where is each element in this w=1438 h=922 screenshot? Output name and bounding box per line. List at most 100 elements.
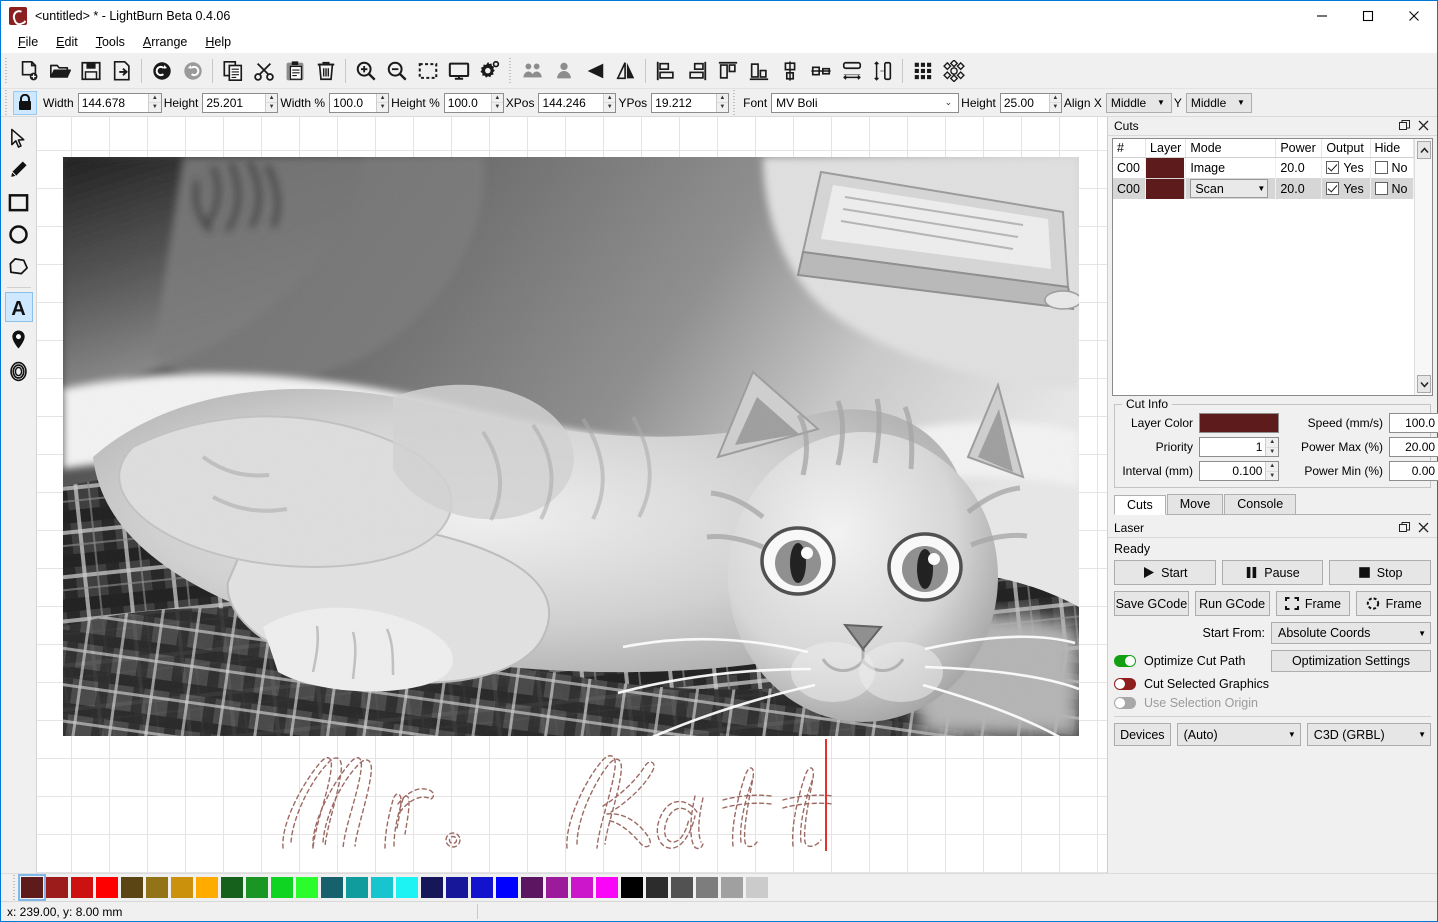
- text-tool-button[interactable]: A: [5, 292, 33, 322]
- palette-swatch[interactable]: [471, 877, 493, 898]
- optimize-cut-path-toggle[interactable]: [1114, 655, 1136, 667]
- move-layer-up-button[interactable]: [1417, 141, 1431, 159]
- redo-button[interactable]: [177, 55, 208, 86]
- start-button[interactable]: Start: [1114, 560, 1216, 585]
- font-height-stepper[interactable]: ▲▼: [1049, 94, 1061, 112]
- palette-swatch[interactable]: [721, 877, 743, 898]
- open-file-button[interactable]: [44, 55, 75, 86]
- palette-swatch[interactable]: [346, 877, 368, 898]
- new-file-button[interactable]: [13, 55, 44, 86]
- palette-swatch[interactable]: [321, 877, 343, 898]
- palette-swatch[interactable]: [121, 877, 143, 898]
- output-checkbox[interactable]: [1326, 161, 1339, 174]
- paste-button[interactable]: [279, 55, 310, 86]
- copy-button[interactable]: [217, 55, 248, 86]
- priority-field[interactable]: [1200, 438, 1265, 456]
- width-field[interactable]: [79, 94, 148, 112]
- interval-input[interactable]: ▲▼: [1199, 461, 1279, 481]
- offset-tool-button[interactable]: [5, 356, 33, 386]
- col-layer[interactable]: Layer: [1146, 139, 1186, 158]
- tab-console[interactable]: Console: [1224, 494, 1296, 514]
- font-height-field[interactable]: [1001, 94, 1049, 112]
- palette-swatch[interactable]: [221, 877, 243, 898]
- speed-input[interactable]: ▲▼: [1389, 413, 1438, 433]
- undo-button[interactable]: [146, 55, 177, 86]
- devices-button[interactable]: Devices: [1114, 723, 1171, 746]
- cat-photo-object[interactable]: [63, 157, 1079, 736]
- close-button[interactable]: [1391, 1, 1437, 31]
- hide-checkbox[interactable]: [1375, 161, 1388, 174]
- port-select[interactable]: (Auto) ▼: [1177, 723, 1301, 746]
- power-min-input[interactable]: ▲▼: [1389, 461, 1438, 481]
- align-bottom-button[interactable]: [743, 55, 774, 86]
- height-input[interactable]: ▲▼: [202, 93, 278, 113]
- palette-swatch[interactable]: [146, 877, 168, 898]
- font-select[interactable]: MV Boli ⌄: [771, 93, 959, 113]
- close-panel-icon[interactable]: [1418, 522, 1429, 535]
- palette-swatch[interactable]: [196, 877, 218, 898]
- mode-select[interactable]: Scan ▼: [1190, 179, 1268, 198]
- maximize-button[interactable]: [1345, 1, 1391, 31]
- row-layer-color[interactable]: [1146, 178, 1186, 199]
- palette-swatch[interactable]: [571, 877, 593, 898]
- col-hide[interactable]: Hide: [1370, 139, 1414, 158]
- palette-swatch[interactable]: [421, 877, 443, 898]
- palette-swatch[interactable]: [671, 877, 693, 898]
- table-row[interactable]: C00 Image 20.0 Yes No: [1113, 158, 1414, 179]
- palette-swatch[interactable]: [71, 877, 93, 898]
- height-stepper[interactable]: ▲▼: [265, 94, 277, 112]
- height-field[interactable]: [203, 94, 265, 112]
- palette-swatch[interactable]: [96, 877, 118, 898]
- row-hide[interactable]: No: [1370, 178, 1414, 199]
- flip-horizontal-button[interactable]: [579, 55, 610, 86]
- col-mode[interactable]: Mode: [1186, 139, 1276, 158]
- zoom-to-frame-button[interactable]: [443, 55, 474, 86]
- hide-checkbox[interactable]: [1375, 182, 1388, 195]
- menu-edit[interactable]: Edit: [47, 33, 87, 51]
- flip-vertical-button[interactable]: [610, 55, 641, 86]
- save-button[interactable]: [75, 55, 106, 86]
- run-gcode-button[interactable]: Run GCode: [1195, 591, 1270, 616]
- row-hide[interactable]: No: [1370, 158, 1414, 179]
- palette-swatch[interactable]: [171, 877, 193, 898]
- cut-button[interactable]: [248, 55, 279, 86]
- save-as-button[interactable]: [106, 55, 137, 86]
- priority-input[interactable]: ▲▼: [1199, 437, 1279, 457]
- table-row[interactable]: C00 Scan ▼ 20.0 Yes No: [1113, 178, 1414, 199]
- polygon-tool-button[interactable]: [5, 251, 33, 281]
- zoom-to-selection-button[interactable]: [412, 55, 443, 86]
- minimize-button[interactable]: [1299, 1, 1345, 31]
- font-height-input[interactable]: ▲▼: [1000, 93, 1062, 113]
- ellipse-tool-button[interactable]: [5, 219, 33, 249]
- optimization-settings-button[interactable]: Optimization Settings: [1271, 650, 1431, 672]
- ypos-stepper[interactable]: ▲▼: [716, 94, 729, 112]
- align-y-select[interactable]: Middle ▼: [1186, 93, 1252, 113]
- cuts-list[interactable]: # Layer Mode Power Output Hide C00 Imag: [1112, 138, 1433, 396]
- palette-swatch[interactable]: [496, 877, 518, 898]
- zoom-out-button[interactable]: [381, 55, 412, 86]
- height-percent-field[interactable]: [445, 94, 491, 112]
- save-gcode-button[interactable]: Save GCode: [1114, 591, 1189, 616]
- palette-swatch[interactable]: [596, 877, 618, 898]
- tab-move[interactable]: Move: [1167, 494, 1224, 514]
- menu-tools[interactable]: Tools: [87, 33, 134, 51]
- power-max-field[interactable]: [1390, 438, 1438, 456]
- palette-swatch[interactable]: [646, 877, 668, 898]
- align-right-button[interactable]: [681, 55, 712, 86]
- palette-swatch[interactable]: [296, 877, 318, 898]
- toolbar-grip[interactable]: [507, 58, 515, 84]
- align-center-vertical-button[interactable]: [774, 55, 805, 86]
- font-group-grip[interactable]: [731, 90, 739, 116]
- zoom-in-button[interactable]: [350, 55, 381, 86]
- palette-swatch[interactable]: [446, 877, 468, 898]
- width-stepper[interactable]: ▲▼: [148, 94, 161, 112]
- position-marker-tool-button[interactable]: [5, 324, 33, 354]
- toolbar-grip[interactable]: [3, 58, 11, 84]
- col-power[interactable]: Power: [1276, 139, 1322, 158]
- palette-swatch[interactable]: [746, 877, 768, 898]
- props-grip[interactable]: [3, 90, 11, 116]
- col-output[interactable]: Output: [1322, 139, 1370, 158]
- palette-grip[interactable]: [11, 875, 19, 901]
- palette-swatch[interactable]: [621, 877, 643, 898]
- float-panel-icon[interactable]: [1399, 120, 1410, 133]
